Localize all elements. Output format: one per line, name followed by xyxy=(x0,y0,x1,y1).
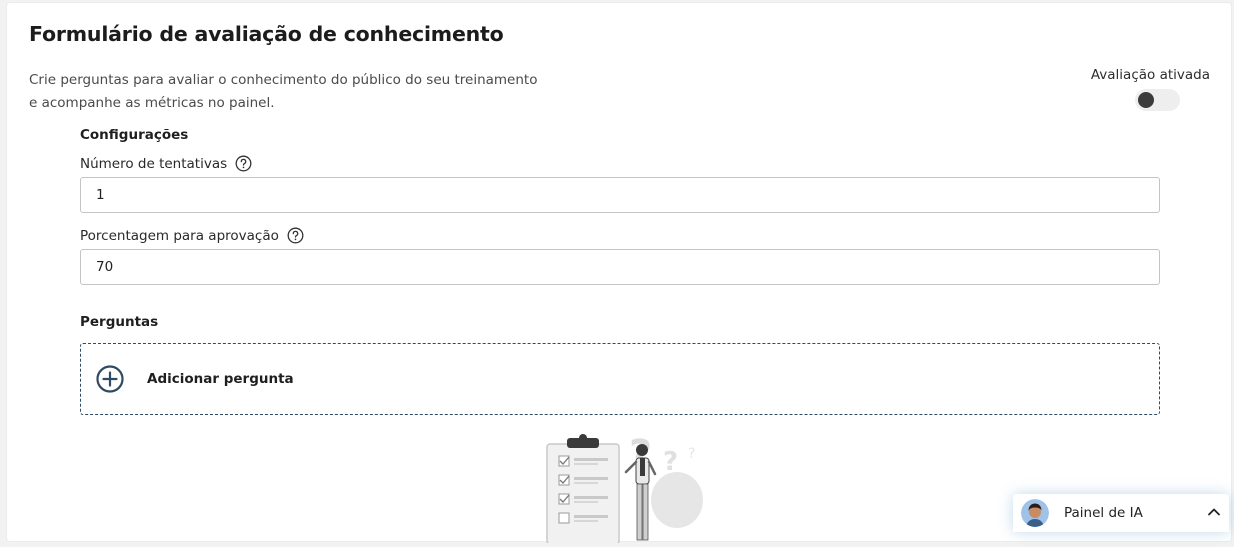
assessment-active-toggle[interactable] xyxy=(1135,89,1180,111)
question-circle-icon[interactable] xyxy=(287,227,304,244)
settings-section-title: Configurações xyxy=(80,127,189,143)
svg-text:?: ? xyxy=(688,446,695,462)
plus-circle-icon xyxy=(95,364,125,394)
toggle-label: Avaliação ativada xyxy=(1090,67,1210,83)
attempts-label: Número de tentativas xyxy=(80,155,228,172)
pass-percentage-label-row: Porcentagem para aprovação xyxy=(80,227,304,244)
question-circle-icon[interactable] xyxy=(235,155,252,172)
svg-text:?: ? xyxy=(663,447,678,477)
pass-percentage-input[interactable] xyxy=(80,249,1160,285)
assessment-form-card: Formulário de avaliação de conhecimento … xyxy=(6,2,1232,545)
questions-section-title: Perguntas xyxy=(80,314,159,330)
toggle-knob xyxy=(1138,92,1154,108)
chevron-up-icon[interactable] xyxy=(1206,504,1222,520)
pass-percentage-label: Porcentagem para aprovação xyxy=(80,227,279,244)
add-question-button[interactable]: Adicionar pergunta xyxy=(80,343,1160,415)
attempts-input[interactable] xyxy=(80,177,1160,213)
empty-questions-illustration: ? ? ? xyxy=(537,428,707,545)
form-description: Crie perguntas para avaliar o conhecimen… xyxy=(29,72,538,111)
ai-panel-toggle[interactable]: Painel de IA xyxy=(1013,494,1229,532)
avatar xyxy=(1021,499,1049,527)
ai-panel-label: Painel de IA xyxy=(1064,505,1143,521)
attempts-label-row: Número de tentativas xyxy=(80,155,252,172)
page-title: Formulário de avaliação de conhecimento xyxy=(29,22,504,46)
add-question-label: Adicionar pergunta xyxy=(147,371,294,387)
